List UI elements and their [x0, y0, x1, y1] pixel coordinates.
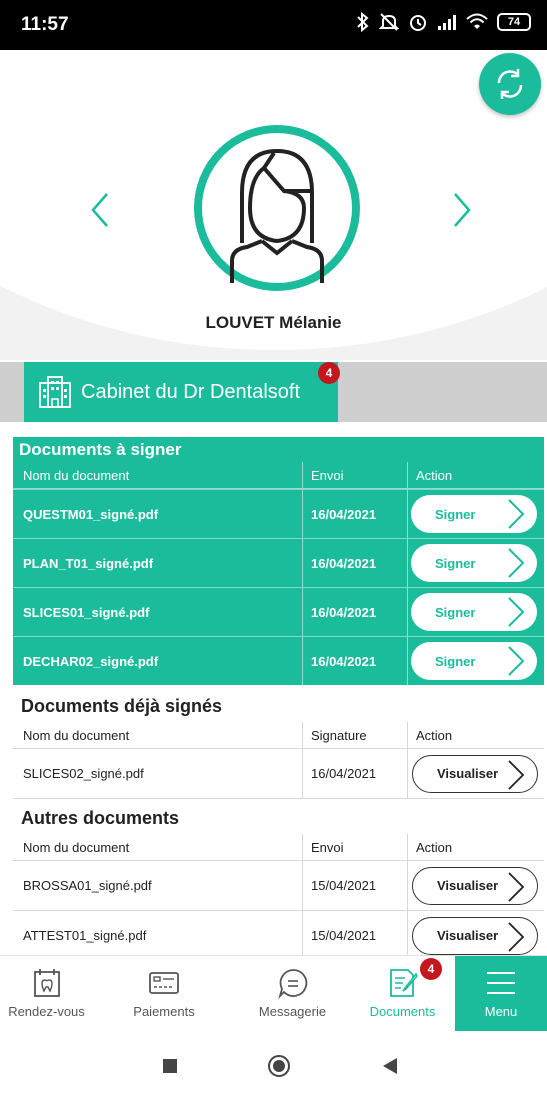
document-name: SLICES01_signé.pdf — [23, 604, 150, 620]
document-name: ATTEST01_signé.pdf — [23, 928, 147, 943]
document-date: 16/04/2021 — [302, 490, 408, 538]
recent-apps-icon[interactable] — [163, 1059, 177, 1073]
table-row: QUESTM01_signé.pdf 16/04/2021 Signer — [13, 489, 544, 538]
document-date: 16/04/2021 — [302, 637, 408, 685]
signed-documents-title: Documents déjà signés — [21, 696, 223, 716]
table-row: PLAN_T01_signé.pdf 16/04/2021 Signer — [13, 538, 544, 587]
column-header-action: Action — [416, 727, 453, 743]
hamburger-menu-icon — [487, 972, 515, 994]
building-icon — [39, 376, 71, 408]
bottom-navigation: Rendez-vous Paiements Messagerie Documen… — [0, 955, 547, 1032]
battery-icon: 74 — [497, 13, 531, 31]
sign-button[interactable]: Signer — [411, 544, 537, 582]
documents-to-sign-table: Documents à signer Nom du document Envoi… — [13, 437, 544, 685]
view-button[interactable]: Visualiser — [412, 754, 538, 793]
chevron-right-icon — [508, 499, 525, 529]
column-header-name: Nom du document — [23, 727, 130, 743]
document-date: 15/04/2021 — [302, 861, 408, 910]
office-tab[interactable]: Cabinet du Dr Dentalsoft — [24, 362, 338, 422]
table-row: SLICES02_signé.pdf 16/04/2021 Visualiser — [13, 749, 544, 799]
chevron-right-icon — [508, 871, 525, 902]
view-button[interactable]: Visualiser — [412, 916, 538, 955]
document-name: DECHAR02_signé.pdf — [23, 653, 159, 669]
table-header: Nom du document Envoi Action — [13, 834, 544, 861]
sign-button[interactable]: Signer — [411, 593, 537, 631]
wifi-icon — [466, 13, 488, 29]
document-name: BROSSA01_signé.pdf — [23, 878, 152, 893]
column-header-name: Nom du document — [23, 467, 130, 483]
home-icon[interactable] — [268, 1055, 290, 1077]
avatar — [194, 125, 360, 291]
chevron-right-icon — [508, 759, 525, 790]
column-header-name: Nom du document — [23, 839, 130, 855]
chevron-right-icon — [508, 597, 525, 627]
other-documents-table: Autres documents Nom du document Envoi A… — [13, 802, 544, 961]
clock: 11:57 — [21, 14, 69, 35]
bluetooth-icon — [357, 12, 369, 32]
view-button[interactable]: Visualiser — [412, 866, 538, 905]
nav-item-payments[interactable]: Paiements — [93, 956, 235, 1032]
document-name: SLICES02_signé.pdf — [23, 766, 144, 781]
other-documents-title: Autres documents — [21, 808, 180, 828]
documents-to-sign-title: Documents à signer — [19, 440, 182, 459]
sign-button[interactable]: Signer — [411, 495, 537, 533]
chat-bubble-icon — [277, 969, 307, 1000]
document-name: PLAN_T01_signé.pdf — [23, 555, 154, 571]
mute-icon — [379, 13, 399, 31]
documents-notification-badge: 4 — [420, 958, 442, 980]
document-date: 16/04/2021 — [302, 749, 408, 798]
chevron-right-icon — [508, 548, 525, 578]
card-icon — [149, 972, 179, 994]
table-row: ATTEST01_signé.pdf 15/04/2021 Visualiser — [13, 911, 544, 961]
chevron-right-icon — [508, 921, 525, 952]
table-row: SLICES01_signé.pdf 16/04/2021 Signer — [13, 587, 544, 636]
table-header: Nom du document Envoi Action — [13, 462, 544, 489]
office-notification-badge: 4 — [318, 362, 340, 384]
status-icons: 74 — [356, 12, 531, 32]
signal-icon — [438, 15, 456, 30]
patient-name: LOUVET Mélanie — [205, 313, 342, 332]
previous-patient-chevron-icon[interactable] — [85, 190, 115, 230]
document-date: 16/04/2021 — [302, 588, 408, 636]
nav-item-appointments[interactable]: Rendez-vous — [0, 956, 93, 1032]
refresh-button[interactable] — [479, 53, 541, 115]
column-header-action: Action — [416, 839, 453, 855]
column-header-signature: Signature — [302, 722, 408, 748]
table-row: BROSSA01_signé.pdf 15/04/2021 Visualiser — [13, 861, 544, 911]
document-date: 15/04/2021 — [302, 911, 408, 960]
calendar-tooth-icon — [33, 969, 60, 997]
alarm-icon — [410, 15, 426, 31]
column-header-date: Envoi — [302, 462, 408, 488]
status-bar: 11:57 74 — [0, 0, 547, 50]
document-name: QUESTM01_signé.pdf — [23, 506, 159, 522]
signed-documents-table: Documents déjà signés Nom du document Si… — [13, 690, 544, 799]
chevron-right-icon — [508, 646, 525, 676]
table-row: DECHAR02_signé.pdf 16/04/2021 Signer — [13, 636, 544, 685]
nav-item-messaging[interactable]: Messagerie — [235, 956, 350, 1032]
back-icon[interactable] — [383, 1058, 397, 1074]
column-header-action: Action — [416, 467, 453, 483]
document-pen-icon — [389, 969, 418, 997]
document-date: 16/04/2021 — [302, 539, 408, 587]
refresh-icon — [497, 69, 523, 99]
nav-item-menu[interactable]: Menu — [455, 956, 547, 1032]
office-name: Cabinet du Dr Dentalsoft — [81, 380, 301, 403]
column-header-date: Envoi — [302, 834, 408, 860]
sign-button[interactable]: Signer — [411, 642, 537, 680]
table-header: Nom du document Signature Action — [13, 722, 544, 749]
woman-avatar-icon — [230, 148, 324, 283]
next-patient-chevron-icon[interactable] — [447, 190, 477, 230]
